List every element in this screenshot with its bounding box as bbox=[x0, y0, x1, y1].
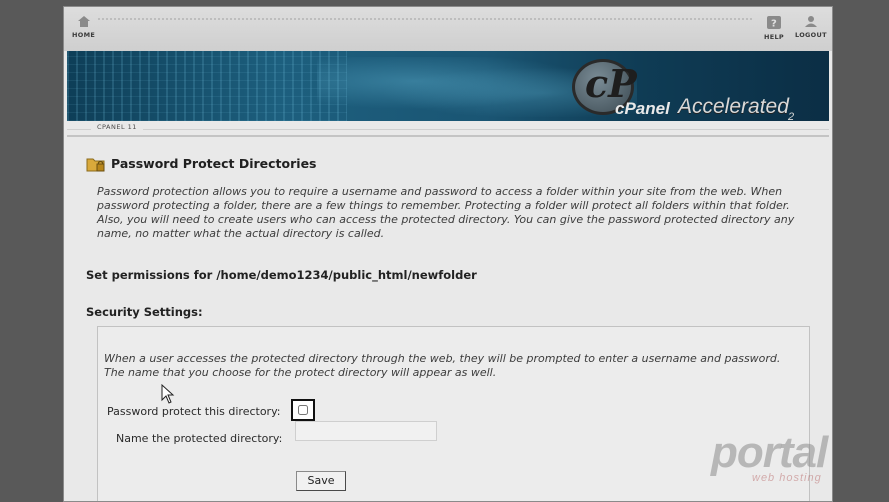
cpanel-logo-accelerated: Accelerated bbox=[678, 95, 789, 118]
cpanel-logo-text: cPanel bbox=[615, 99, 670, 118]
help-label: HELP bbox=[764, 33, 784, 41]
home-nav-link[interactable]: HOME bbox=[72, 15, 95, 39]
logout-label: LOGOUT bbox=[795, 31, 827, 39]
protect-directory-label: Password protect this directory: bbox=[107, 405, 281, 418]
permissions-heading: Set permissions for /home/demo1234/publi… bbox=[86, 268, 477, 282]
home-label: HOME bbox=[72, 31, 96, 39]
breadcrumb: CPANEL 11 bbox=[67, 123, 829, 137]
mouse-pointer-icon bbox=[161, 384, 175, 404]
cpanel-logo-version: 2 bbox=[788, 111, 795, 121]
svg-text:?: ? bbox=[771, 19, 777, 30]
save-button[interactable]: Save bbox=[296, 471, 346, 491]
watermark-tagline: web hosting bbox=[752, 472, 822, 484]
watermark-logo: portal bbox=[711, 428, 828, 477]
directory-name-input[interactable] bbox=[295, 421, 437, 441]
banner-server-rack-graphic bbox=[67, 51, 347, 121]
top-navigation-bar: HOME ? HELP LOGOUT bbox=[64, 7, 832, 51]
logout-icon bbox=[804, 16, 817, 27]
help-nav-link[interactable]: ? HELP bbox=[764, 15, 784, 41]
directory-name-label: Name the protected directory: bbox=[116, 432, 283, 445]
breadcrumb-rule bbox=[67, 129, 829, 130]
breadcrumb-item-cpanel[interactable]: CPANEL 11 bbox=[91, 123, 143, 131]
security-notice: When a user accesses the protected direc… bbox=[104, 352, 781, 379]
decorative-dotted-rule bbox=[98, 18, 752, 23]
security-settings-heading: Security Settings: bbox=[86, 305, 203, 319]
page-title: Password Protect Directories bbox=[111, 156, 317, 171]
protect-directory-checkbox[interactable] bbox=[298, 405, 308, 415]
cpanel-banner: cP cPanel Accelerated 2 bbox=[67, 51, 829, 121]
folder-lock-icon bbox=[86, 158, 105, 172]
logout-nav-link[interactable]: LOGOUT bbox=[795, 15, 827, 39]
protect-checkbox-highlight bbox=[291, 399, 315, 421]
home-icon bbox=[77, 16, 90, 27]
help-icon: ? bbox=[767, 16, 781, 30]
page-description: Password protection allows you to requir… bbox=[97, 185, 795, 240]
security-settings-panel: When a user accesses the protected direc… bbox=[97, 326, 810, 501]
